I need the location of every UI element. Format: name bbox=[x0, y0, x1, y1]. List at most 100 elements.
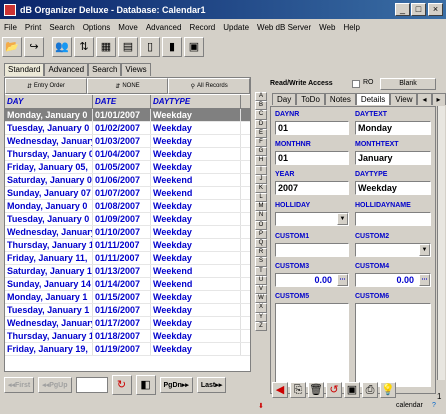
alpha-index-o[interactable]: O bbox=[255, 220, 267, 230]
users-icon[interactable]: 👥 bbox=[52, 37, 72, 57]
tab-view[interactable]: View bbox=[390, 93, 418, 105]
col-date-header[interactable]: DATE bbox=[93, 95, 151, 108]
tab-views[interactable]: Views bbox=[121, 63, 151, 76]
table-row[interactable]: Sunday, January 07 01/07/2007 Weekend bbox=[5, 187, 250, 200]
all-records-button[interactable]: ⚲ All Records bbox=[168, 78, 251, 94]
first-button[interactable]: ◂◂ First bbox=[4, 377, 35, 393]
menu-options[interactable]: Options bbox=[79, 23, 115, 32]
print-icon[interactable]: ⎙ bbox=[362, 382, 378, 398]
holidayname-field[interactable] bbox=[355, 212, 431, 226]
menu-file[interactable]: File bbox=[0, 23, 21, 32]
custom2-combo[interactable]: ▼ bbox=[355, 243, 431, 257]
alpha-index-i[interactable]: I bbox=[255, 165, 267, 175]
monthnr-field[interactable]: 01 bbox=[275, 151, 349, 165]
daynr-field[interactable]: 01 bbox=[275, 121, 349, 135]
copy-icon[interactable]: ⎘ bbox=[290, 382, 306, 398]
table-row[interactable]: Tuesday, January 0 01/02/2007 Weekday bbox=[5, 122, 250, 135]
calculator-icon[interactable]: ▣ bbox=[184, 37, 204, 57]
menu-advanced[interactable]: Advanced bbox=[142, 23, 186, 32]
menu-update[interactable]: Update bbox=[219, 23, 253, 32]
alpha-index-j[interactable]: J bbox=[255, 174, 267, 184]
lightbulb-icon[interactable]: 💡 bbox=[380, 382, 396, 398]
table-row[interactable]: Sunday, January 14 01/14/2007 Weekend bbox=[5, 278, 250, 291]
table-row[interactable]: Saturday, January 1 01/13/2007 Weekend bbox=[5, 265, 250, 278]
col-day-header[interactable]: DAY bbox=[5, 95, 93, 108]
tab-standard[interactable]: Standard bbox=[4, 63, 45, 76]
tab-search[interactable]: Search bbox=[88, 63, 122, 76]
pgdn-button[interactable]: PgDn ▸▸ bbox=[159, 377, 193, 393]
holiday-combo[interactable]: ▼ bbox=[275, 212, 349, 226]
more-icon[interactable]: ⋯ bbox=[419, 274, 430, 286]
table-row[interactable]: Wednesday, January 01/03/2007 Weekday bbox=[5, 135, 250, 148]
alpha-index-v[interactable]: V bbox=[255, 284, 267, 295]
table-row[interactable]: Friday, January 05, 01/05/2007 Weekday bbox=[5, 161, 250, 174]
alpha-index-l[interactable]: L bbox=[255, 193, 267, 203]
alpha-index-k[interactable]: K bbox=[255, 183, 267, 194]
ro-checkbox[interactable] bbox=[352, 80, 360, 88]
close-button[interactable]: × bbox=[428, 3, 443, 16]
table-row[interactable]: Monday, January 0 01/01/2007 Weekday bbox=[5, 109, 250, 122]
chevron-down-icon[interactable]: ▼ bbox=[419, 244, 430, 256]
menu-web[interactable]: Web bbox=[315, 23, 339, 32]
tab-todo[interactable]: ToDo bbox=[296, 93, 325, 105]
alpha-index-c[interactable]: C bbox=[255, 110, 267, 120]
table-row[interactable]: Saturday, January 0 01/06/2007 Weekend bbox=[5, 174, 250, 187]
daytype-field[interactable]: Weekday bbox=[355, 181, 431, 195]
alpha-index-r[interactable]: R bbox=[255, 248, 267, 258]
alpha-index-d[interactable]: D bbox=[255, 119, 267, 129]
menu-print[interactable]: Print bbox=[21, 23, 45, 32]
tab-notes[interactable]: Notes bbox=[324, 93, 356, 105]
tab-details[interactable]: Details bbox=[355, 93, 391, 105]
minimize-button[interactable]: _ bbox=[395, 3, 410, 16]
grid-icon[interactable]: ▤ bbox=[118, 37, 138, 57]
alpha-index-f[interactable]: F bbox=[255, 137, 267, 148]
custom5-memo[interactable] bbox=[275, 303, 349, 387]
table-row[interactable]: Tuesday, January 1 01/16/2007 Weekday bbox=[5, 304, 250, 317]
refresh-icon[interactable]: ↻ bbox=[111, 375, 132, 395]
chevron-down-icon[interactable]: ▼ bbox=[337, 213, 348, 225]
last-button[interactable]: Last ▸▸ bbox=[196, 377, 227, 393]
table-row[interactable]: Wednesday, January 01/17/2007 Weekday bbox=[5, 317, 250, 330]
alpha-index-e[interactable]: E bbox=[255, 128, 267, 138]
alpha-index-a[interactable]: A bbox=[255, 92, 267, 102]
monthtext-field[interactable]: January bbox=[355, 151, 431, 165]
tab-advanced[interactable]: Advanced bbox=[44, 63, 89, 76]
table-row[interactable]: Monday, January 0 01/08/2007 Weekday bbox=[5, 200, 250, 213]
menu-help[interactable]: Help bbox=[339, 23, 363, 32]
menu-move[interactable]: Move bbox=[114, 23, 142, 32]
alpha-index-p[interactable]: P bbox=[255, 229, 267, 239]
blank-button[interactable]: Blank bbox=[380, 78, 436, 90]
pgup-button[interactable]: ◂◂ PgUp bbox=[38, 377, 72, 393]
alpha-index-u[interactable]: U bbox=[255, 275, 267, 285]
alpha-index-n[interactable]: N bbox=[255, 211, 267, 221]
table-row[interactable]: Wednesday, January 01/10/2007 Weekday bbox=[5, 226, 250, 239]
record-number-input[interactable] bbox=[75, 377, 108, 393]
table-row[interactable]: Thursday, January 1 01/11/2007 Weekday bbox=[5, 239, 250, 252]
colors-icon[interactable]: ◧ bbox=[135, 375, 156, 395]
year-field[interactable]: 2007 bbox=[275, 181, 349, 195]
maximize-button[interactable]: □ bbox=[411, 3, 426, 16]
help-icon[interactable]: ? bbox=[432, 402, 436, 409]
folder-open-icon[interactable]: 📂 bbox=[2, 37, 22, 57]
alpha-index-y[interactable]: Y bbox=[255, 312, 267, 322]
table-row[interactable]: Friday, January 19, 01/19/2007 Weekday bbox=[5, 343, 250, 356]
save-icon[interactable]: ▣ bbox=[344, 382, 360, 398]
menu-search[interactable]: Search bbox=[45, 23, 78, 32]
alpha-index-w[interactable]: W bbox=[255, 294, 267, 304]
alpha-index-h[interactable]: H bbox=[255, 156, 267, 166]
arrow-left-icon[interactable]: ◀ bbox=[272, 382, 288, 398]
entry-order-button[interactable]: ⇵ Entry Order bbox=[5, 78, 87, 94]
col-daytype-header[interactable]: DAYTYPE bbox=[151, 95, 241, 108]
table-row[interactable]: Friday, January 11, 01/11/2007 Weekday bbox=[5, 252, 250, 265]
table-row[interactable]: Tuesday, January 0 01/09/2007 Weekday bbox=[5, 213, 250, 226]
tab-scroll-left[interactable]: ◂ bbox=[417, 93, 432, 105]
trash-icon[interactable]: 🗑 bbox=[308, 382, 324, 398]
none-button[interactable]: ⇵ NONE bbox=[86, 78, 169, 94]
menu-web-db-server[interactable]: Web dB Server bbox=[253, 23, 315, 32]
custom6-memo[interactable] bbox=[355, 303, 431, 387]
alpha-index-s[interactable]: S bbox=[255, 257, 267, 267]
alpha-index-m[interactable]: M bbox=[255, 202, 267, 212]
table-row[interactable]: Monday, January 1 01/15/2007 Weekday bbox=[5, 291, 250, 304]
more-icon[interactable]: ⋯ bbox=[337, 274, 348, 286]
alpha-index-t[interactable]: T bbox=[255, 266, 267, 276]
